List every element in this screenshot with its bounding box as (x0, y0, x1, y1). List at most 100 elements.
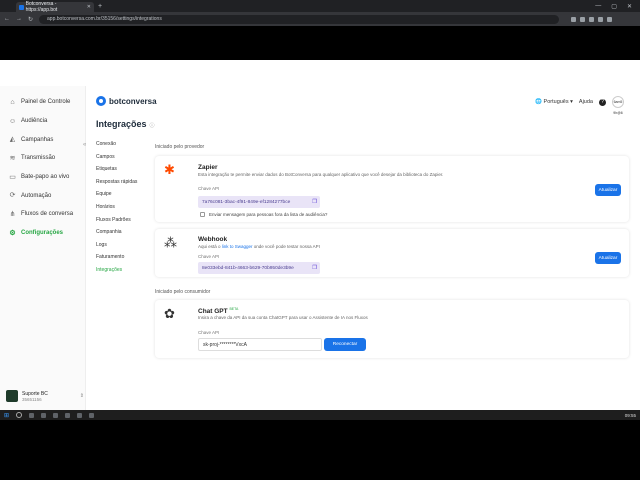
sidebar-item-audiencia[interactable]: ☺ Audiência (0, 112, 85, 131)
taskbar-app-icon[interactable] (29, 412, 35, 418)
subnav-companhia[interactable]: Companhia (96, 229, 137, 242)
chatgpt-desc: Insira a chave da API da sua conta ChatG… (198, 315, 368, 320)
sidebar-item-transmissao[interactable]: ≋ Transmissão (0, 149, 85, 168)
subnav-faturamento[interactable]: Faturamento (96, 254, 137, 267)
close-tab-icon[interactable]: ✕ (87, 4, 91, 10)
webhook-card: ⁂ Webhook Aqui está o link to Swagger on… (155, 229, 629, 277)
subnav-equipe[interactable]: Equipe (96, 191, 137, 204)
taskbar-clock: 09:55 (624, 412, 636, 418)
info-icon[interactable]: ⓘ (150, 123, 155, 129)
zapier-icon: ✱ (164, 162, 175, 177)
url-input[interactable]: app.botconversa.com.br/35156/settings/in… (39, 14, 560, 24)
chatgpt-reconnect-button[interactable]: Reconectar (324, 338, 366, 351)
help-link[interactable]: Ajuda (579, 99, 593, 105)
subnav-etiquetas[interactable]: Etiquetas (96, 166, 137, 179)
copy-icon[interactable]: ❐ (312, 265, 317, 271)
sidebar-item-automacao[interactable]: ⟳ Automação (0, 186, 85, 205)
search-icon[interactable] (16, 412, 23, 418)
subnav-horarios[interactable]: Horários (96, 204, 137, 217)
windows-start-icon[interactable]: ⊞ (4, 412, 9, 419)
subnav-campos[interactable]: Campos (96, 154, 137, 167)
browser-tab[interactable]: Botconversa - https://app.bot ✕ (16, 1, 94, 13)
extension-icon[interactable] (589, 16, 595, 22)
settings-subnav: Conexão Campos Etiquetas Respostas rápid… (96, 141, 137, 280)
subnav-integracoes[interactable]: Integrações (96, 267, 137, 280)
new-tab-icon[interactable]: + (98, 3, 102, 10)
logo-icon (96, 96, 106, 106)
zapier-key-label: Chave API (198, 186, 220, 191)
chatgpt-card: ✿ Chat GPT BETA Insira a chave da API da… (155, 300, 629, 358)
os-taskbar: ⊞ 09:55 (0, 410, 640, 420)
taskbar-app-icon[interactable] (53, 412, 59, 418)
main-content: botconversa 🌐 Português ▾ Ajuda ? 6am5 9… (86, 86, 640, 410)
logo-text: botconversa (109, 96, 157, 106)
zapier-card: ✱ Zapier Esta integração te permite envi… (155, 156, 629, 222)
minimize-icon[interactable]: — (595, 3, 601, 10)
users-icon: ☺ (9, 117, 17, 125)
sidebar-item-configuracoes[interactable]: ⚙ Configurações (0, 224, 85, 243)
window-controls: — ▢ ✕ (595, 3, 640, 10)
chatgpt-key-input[interactable]: sk-proj-********VxcA (198, 338, 322, 351)
subnav-conexao[interactable]: Conexão (96, 141, 137, 154)
forward-icon[interactable]: → (16, 16, 22, 22)
close-window-icon[interactable]: ✕ (627, 3, 632, 10)
logo: botconversa (96, 96, 157, 106)
taskbar-app-icon[interactable] (65, 412, 71, 418)
zapier-update-button[interactable]: Atualizar (595, 184, 621, 196)
megaphone-icon: ◭ (9, 136, 16, 144)
chatgpt-name: Chat GPT BETA (198, 307, 239, 316)
account-avatar (6, 390, 18, 402)
webhook-update-button[interactable]: Atualizar (595, 252, 621, 264)
extension-icon[interactable] (607, 16, 613, 22)
swagger-link[interactable]: link to Swagger (222, 244, 253, 249)
webhook-name: Webhook (198, 236, 228, 243)
sidebar-nav: ⌂ Painel de Controle ☺ Audiência ◭ Campanha… (0, 86, 85, 243)
subnav-fluxos-padroes[interactable]: Fluxos Padrões (96, 217, 137, 230)
checkbox[interactable] (200, 212, 205, 217)
maximize-icon[interactable]: ▢ (611, 3, 617, 10)
account-id: 35651156 (22, 396, 42, 402)
gear-icon: ⚙ (9, 229, 16, 237)
extension-icon[interactable] (598, 16, 604, 22)
user-avatar[interactable]: 6am5 9h@6 (612, 96, 624, 115)
account-switcher[interactable]: Suporte BC 35651156 ⇕ (6, 390, 84, 402)
extensions (571, 16, 613, 22)
back-icon[interactable]: ← (4, 16, 10, 22)
zapier-checkbox-row[interactable]: Enviar mensagem para pessoas fora da lis… (200, 212, 327, 217)
reload-icon[interactable]: ↻ (28, 16, 33, 23)
sidebar: ⌂ Painel de Controle ☺ Audiência ◭ Campanha… (0, 86, 86, 410)
copy-icon[interactable]: ❐ (312, 199, 317, 205)
help-icon[interactable]: ? (599, 98, 606, 106)
sidebar-item-campanhas[interactable]: ◭ Campanhas (0, 130, 85, 149)
home-icon: ⌂ (10, 98, 15, 106)
openai-icon: ✿ (164, 306, 175, 321)
broadcast-icon: ≋ (9, 154, 16, 162)
subnav-respostas[interactable]: Respostas rápidas (96, 179, 137, 192)
taskbar-app-icon[interactable] (77, 412, 83, 418)
section-consumer-label: Iniciado pelo consumidor (155, 289, 211, 295)
zapier-key-field[interactable]: 7a76c081-3bac-4f91-849e-ef1284277bce ❐ (198, 196, 320, 208)
account-name: Suporte BC (22, 390, 48, 397)
language-selector[interactable]: 🌐 Português ▾ (535, 99, 573, 105)
taskbar-app-icon[interactable] (89, 412, 95, 418)
extension-icon[interactable] (580, 16, 586, 22)
webhook-icon: ⁂ (164, 235, 177, 250)
sidebar-item-painel[interactable]: ⌂ Painel de Controle (0, 93, 85, 112)
sidebar-item-fluxos[interactable]: ⋔ Fluxos de conversa (0, 205, 85, 224)
zapier-name: Zapier (198, 164, 218, 171)
webhook-key-label: Chave API (198, 254, 220, 259)
webhook-key-field[interactable]: 8e033ebd-841b-4663-b629-70b950de3b9e ❐ (198, 262, 320, 274)
page-title: Integrações ⓘ (96, 119, 155, 129)
zapier-desc: Esta integração te permite enviar dados … (198, 172, 444, 177)
extension-icon[interactable] (571, 16, 577, 22)
beta-badge: BETA (229, 307, 239, 311)
header-actions: 🌐 Português ▾ Ajuda ? 6am5 9h@6 (535, 96, 624, 115)
taskbar-app-icon[interactable] (41, 412, 47, 418)
subnav-logs[interactable]: Logs (96, 242, 137, 255)
address-bar: ← → ↻ app.botconversa.com.br/35156/setti… (0, 12, 640, 26)
chat-icon: ▭ (9, 173, 16, 181)
chevron-updown-icon: ⇕ (79, 393, 84, 399)
sidebar-item-bate-papo[interactable]: ▭ Bate-papo ao vivo (0, 168, 85, 187)
automation-icon: ⟳ (9, 192, 16, 200)
chatgpt-key-label: Chave API (198, 330, 220, 335)
